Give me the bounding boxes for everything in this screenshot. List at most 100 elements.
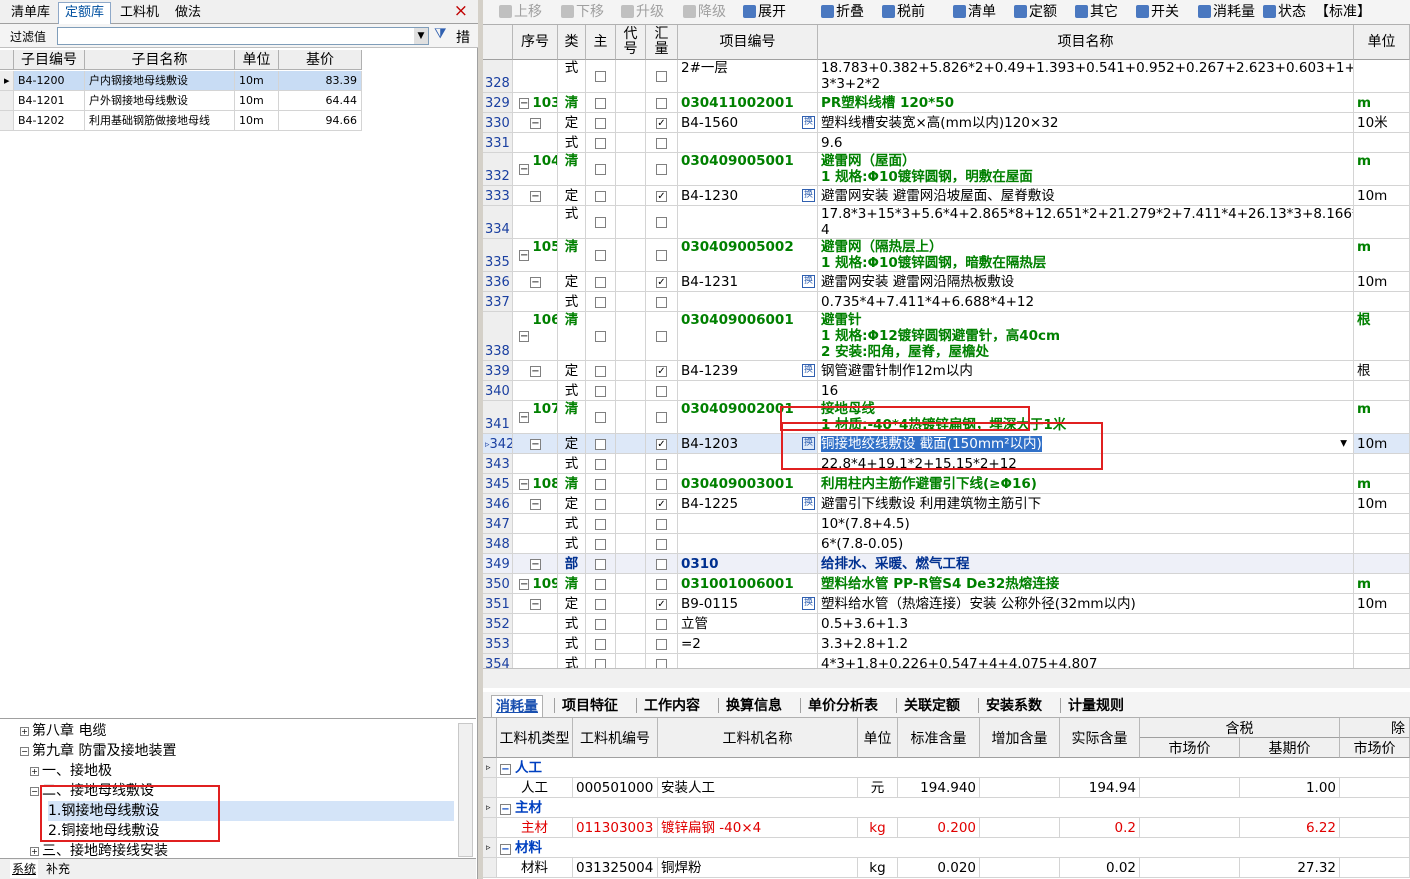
budget-row[interactable]: 351 − 定 ✓ B9-0115 换塑料给水管（热熔连接）安装 公称外径(32mm以内)… xyxy=(483,594,1410,614)
summary-checkbox[interactable] xyxy=(656,659,667,668)
item-code-cell[interactable]: 立管 xyxy=(678,614,818,634)
item-name-cell[interactable]: 接地母线 1 材质:-40*4热镀锌扁钢，埋深大于1米 xyxy=(818,401,1354,434)
tab-consumption[interactable]: 消耗量 xyxy=(491,695,543,717)
unit-cell[interactable]: m xyxy=(1354,153,1410,186)
code-name-cell[interactable] xyxy=(616,239,646,272)
summary-checkbox[interactable] xyxy=(656,539,667,550)
code-name-cell[interactable] xyxy=(616,113,646,133)
budget-row[interactable]: 353 式 =2 3.3+2.8+1.2 xyxy=(483,634,1410,654)
budget-row[interactable]: 349 − 部 0310 给排水、采暖、燃气工程 xyxy=(483,554,1410,574)
summary-checkbox-cell[interactable] xyxy=(646,654,678,668)
main-checkbox[interactable] xyxy=(595,579,606,590)
unit-cell[interactable]: m xyxy=(1354,574,1410,594)
code-name-cell[interactable] xyxy=(616,534,646,554)
filter-input[interactable]: ▼ xyxy=(57,27,429,45)
summary-checkbox[interactable] xyxy=(656,138,667,149)
unit-cell[interactable] xyxy=(1354,534,1410,554)
main-checkbox-cell[interactable] xyxy=(586,93,616,113)
main-checkbox-cell[interactable] xyxy=(586,654,616,668)
item-code-cell[interactable] xyxy=(678,454,818,474)
summary-checkbox[interactable] xyxy=(656,411,667,423)
item-name-cell[interactable]: 4*3+1.8+0.226+0.547+4+4.075+4.807 xyxy=(818,654,1354,668)
main-checkbox[interactable] xyxy=(595,619,606,630)
conversion-icon[interactable]: 换 xyxy=(802,275,815,288)
unit-cell[interactable] xyxy=(1354,206,1410,239)
item-name-cell[interactable]: 6*(7.8-0.05) xyxy=(818,534,1354,554)
collapse-icon[interactable]: − xyxy=(530,599,541,610)
standard-mode-label[interactable]: 【标准】 xyxy=(1315,3,1371,22)
summary-checkbox-cell[interactable]: ✓ xyxy=(646,272,678,292)
budget-row[interactable]: 350−109 清 031001006001 塑料给水管 PP-R管S4 De32热熔… xyxy=(483,574,1410,594)
collapse-icon[interactable]: − xyxy=(519,249,530,261)
collapse-icon[interactable]: − xyxy=(530,559,541,570)
main-checkbox-cell[interactable] xyxy=(586,594,616,614)
main-checkbox-cell[interactable] xyxy=(586,113,616,133)
summary-checkbox[interactable]: ✓ xyxy=(656,599,667,610)
item-code-cell[interactable]: B4-1203 换 xyxy=(678,434,818,454)
tab-method-library[interactable]: 做法 xyxy=(168,2,208,24)
main-checkbox[interactable] xyxy=(595,411,606,423)
summary-checkbox[interactable]: ✓ xyxy=(656,439,667,450)
main-checkbox-cell[interactable] xyxy=(586,494,616,514)
sub-item-row[interactable]: B4-1202 利用基础钢筋做接地母线 10m 94.66 xyxy=(0,111,362,131)
unit-cell[interactable] xyxy=(1354,654,1410,668)
tab-conversion-info[interactable]: 换算信息 xyxy=(722,695,786,717)
close-icon[interactable]: × xyxy=(454,1,468,21)
item-code-cell[interactable]: 030411002001 xyxy=(678,93,818,113)
main-checkbox[interactable] xyxy=(595,70,606,82)
budget-row[interactable]: 334 式 17.8*3+15*3+5.6*4+2.865*8+12.651*2+2… xyxy=(483,206,1410,239)
downgrade-button[interactable]: 降级 xyxy=(683,3,726,22)
main-checkbox-cell[interactable] xyxy=(586,133,616,153)
collapse-icon[interactable]: − xyxy=(500,764,511,775)
item-code-cell[interactable]: B4-1231 换 xyxy=(678,272,818,292)
main-checkbox-cell[interactable] xyxy=(586,60,616,93)
item-code-cell[interactable]: 2#一层 xyxy=(678,60,818,93)
conversion-icon[interactable]: 换 xyxy=(802,116,815,129)
code-name-cell[interactable] xyxy=(616,574,646,594)
summary-checkbox[interactable] xyxy=(656,297,667,308)
main-checkbox-cell[interactable] xyxy=(586,381,616,401)
item-code-cell[interactable]: 030409005001 xyxy=(678,153,818,186)
item-code-cell[interactable]: B4-1239 换 xyxy=(678,361,818,381)
item-code-cell[interactable]: 030409003001 xyxy=(678,474,818,494)
item-code-cell[interactable] xyxy=(678,654,818,668)
main-checkbox-cell[interactable] xyxy=(586,434,616,454)
unit-cell[interactable] xyxy=(1354,514,1410,534)
tree-node-chapter8[interactable]: + 第八章 电缆 xyxy=(20,721,106,741)
main-checkbox-cell[interactable] xyxy=(586,574,616,594)
budget-row[interactable]: 337 式 0.735*4+7.411*4+6.688*4+12 xyxy=(483,292,1410,312)
summary-checkbox-cell[interactable] xyxy=(646,554,678,574)
main-checkbox[interactable] xyxy=(595,519,606,530)
main-checkbox[interactable] xyxy=(595,559,606,570)
summary-checkbox[interactable] xyxy=(656,330,667,342)
added-qty[interactable] xyxy=(980,778,1060,798)
item-code-cell[interactable]: B4-1560 换 xyxy=(678,113,818,133)
chevron-down-icon[interactable]: ▼ xyxy=(414,28,428,44)
item-name-cell[interactable]: 避雷引下线敷设 利用建筑物主筋引下 xyxy=(818,494,1354,514)
summary-checkbox-cell[interactable] xyxy=(646,206,678,239)
summary-checkbox[interactable] xyxy=(656,249,667,261)
main-checkbox-cell[interactable] xyxy=(586,186,616,206)
main-checkbox-cell[interactable] xyxy=(586,361,616,381)
conversion-icon[interactable]: 换 xyxy=(802,497,815,510)
collapse-icon[interactable]: − xyxy=(530,277,541,288)
unit-cell[interactable]: 根 xyxy=(1354,361,1410,381)
budget-row[interactable]: 340 式 16 xyxy=(483,381,1410,401)
code-name-cell[interactable] xyxy=(616,434,646,454)
main-checkbox[interactable] xyxy=(595,539,606,550)
item-code-cell[interactable]: B4-1225 换 xyxy=(678,494,818,514)
tab-material-library[interactable]: 工料机 xyxy=(113,2,166,24)
main-checkbox[interactable] xyxy=(595,386,606,397)
summary-checkbox-cell[interactable]: ✓ xyxy=(646,594,678,614)
collapse-icon[interactable]: − xyxy=(519,411,530,423)
conversion-icon[interactable]: 换 xyxy=(802,597,815,610)
item-name-cell[interactable]: 钢管避雷针制作12m以内 xyxy=(818,361,1354,381)
item-code-cell[interactable]: 030409006001 xyxy=(678,312,818,361)
item-code-cell[interactable] xyxy=(678,292,818,312)
main-checkbox[interactable] xyxy=(595,163,606,175)
item-name-cell[interactable]: 避雷网安装 避雷网沿隔热板敷设 xyxy=(818,272,1354,292)
code-name-cell[interactable] xyxy=(616,272,646,292)
summary-checkbox-cell[interactable] xyxy=(646,93,678,113)
tab-install-coefficient[interactable]: 安装系数 xyxy=(982,695,1046,717)
main-checkbox-cell[interactable] xyxy=(586,292,616,312)
